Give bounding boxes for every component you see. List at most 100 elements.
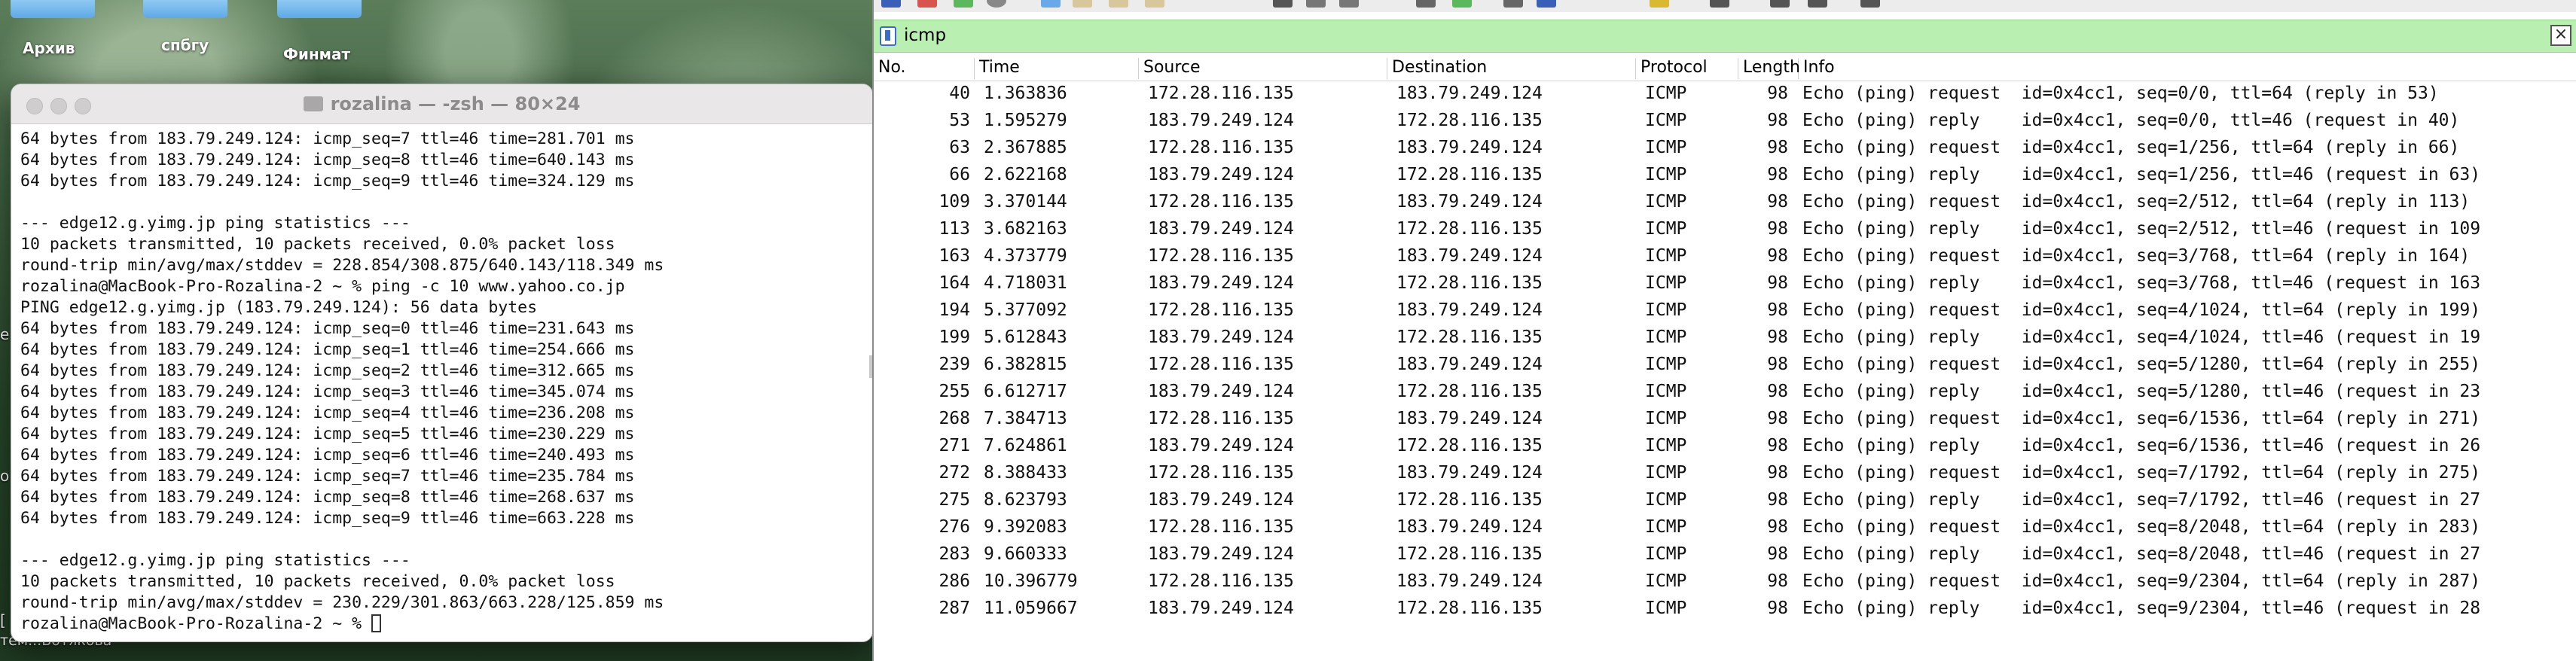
open-file-icon[interactable] (1041, 0, 1061, 8)
column-header-time[interactable]: Time (975, 58, 1139, 79)
terminal-line: --- edge12.g.yimg.jp ping statistics --- (20, 551, 411, 570)
column-header-source[interactable]: Source (1139, 58, 1387, 79)
packet-length: 98 (1767, 138, 1788, 157)
terminal-line: 64 bytes from 183.79.249.124: icmp_seq=8… (20, 488, 635, 507)
last-packet-icon[interactable] (1503, 0, 1523, 8)
bookmark-icon[interactable] (880, 26, 896, 46)
packet-row[interactable]: 63 2.367885 172.28.116.135 183.79.249.124 IC… (874, 135, 2576, 162)
clear-filter-button[interactable]: × (2550, 25, 2571, 46)
packet-row[interactable]: 255 6.612717 183.79.249.124 172.28.116.135 I… (874, 379, 2576, 406)
terminal-line: round-trip min/avg/max/stddev = 230.229/… (20, 593, 664, 612)
terminal-line: 64 bytes from 183.79.249.124: icmp_seq=8… (20, 151, 635, 169)
column-header-info[interactable]: Info (1799, 58, 2576, 79)
folder-icon-finmat[interactable] (277, 0, 362, 18)
save-file-icon[interactable] (1073, 0, 1092, 8)
packet-length: 98 (1767, 84, 1788, 103)
packet-row[interactable]: 271 7.624861 183.79.249.124 172.28.116.135 I… (874, 433, 2576, 460)
restart-capture-icon[interactable] (954, 0, 973, 8)
packet-row[interactable]: 275 8.623793 183.79.249.124 172.28.116.135 I… (874, 487, 2576, 514)
packet-info: Echo (ping) reply id=0x4cc1, seq=2/512, … (1802, 219, 2481, 239)
terminal-line: 64 bytes from 183.79.249.124: icmp_seq=9… (20, 172, 635, 190)
folder-icon (303, 96, 323, 111)
close-file-icon[interactable] (1109, 0, 1128, 8)
packet-length: 98 (1767, 246, 1788, 266)
zoom-in-icon[interactable] (1710, 0, 1729, 8)
packet-row[interactable]: 163 4.373779 172.28.116.135 183.79.249.124 I… (874, 243, 2576, 270)
terminal-line: PING edge12.g.yimg.jp (183.79.249.124): … (20, 298, 538, 317)
reload-file-icon[interactable] (1145, 0, 1164, 8)
terminal-title-text: rozalina — -zsh — 80×24 (330, 93, 581, 114)
packet-row[interactable]: 199 5.612843 183.79.249.124 172.28.116.135 I… (874, 324, 2576, 352)
column-header-destination[interactable]: Destination (1387, 58, 1636, 79)
folder-label-spbgu[interactable]: спбгу (161, 36, 209, 54)
packet-length: 98 (1767, 544, 1788, 564)
packet-info: Echo (ping) request id=0x4cc1, seq=9/230… (1802, 571, 2481, 591)
terminal-window[interactable]: rozalina — -zsh — 80×24 64 bytes from 18… (11, 84, 873, 642)
desktop-edge-label: [ (0, 611, 6, 629)
packet-row[interactable]: 194 5.377092 172.28.116.135 183.79.249.124 I… (874, 297, 2576, 324)
packet-length: 98 (1767, 490, 1788, 510)
terminal-line: 64 bytes from 183.79.249.124: icmp_seq=0… (20, 319, 635, 338)
folder-label-arkhiv[interactable]: Архив (23, 39, 75, 57)
go-to-packet-icon[interactable] (1416, 0, 1436, 8)
display-filter-input[interactable] (904, 23, 2523, 47)
packet-row[interactable]: 272 8.388433 172.28.116.135 183.79.249.124 I… (874, 460, 2576, 487)
terminal-output[interactable]: 64 bytes from 183.79.249.124: icmp_seq=7… (11, 124, 872, 635)
terminal-line: 64 bytes from 183.79.249.124: icmp_seq=2… (20, 361, 635, 380)
packet-info: Echo (ping) reply id=0x4cc1, seq=6/1536,… (1802, 436, 2481, 455)
packet-length: 98 (1767, 436, 1788, 455)
go-back-icon[interactable] (1306, 0, 1326, 8)
terminal-line: 64 bytes from 183.79.249.124: icmp_seq=7… (20, 467, 635, 486)
column-header-protocol[interactable]: Protocol (1636, 58, 1738, 79)
packet-info: Echo (ping) reply id=0x4cc1, seq=1/256, … (1802, 165, 2481, 184)
column-header-length[interactable]: Length (1738, 58, 1800, 79)
packet-row[interactable]: 239 6.382815 172.28.116.135 183.79.249.124 I… (874, 352, 2576, 379)
terminal-prompt: rozalina@MacBook-Pro-Rozalina-2 ~ % (20, 614, 371, 633)
terminal-line: 64 bytes from 183.79.249.124: icmp_seq=7… (20, 129, 635, 148)
terminal-prompt-line[interactable]: rozalina@MacBook-Pro-Rozalina-2 ~ % (20, 614, 872, 635)
folder-icon-arkhiv[interactable] (11, 0, 95, 18)
packet-row[interactable]: 164 4.718031 183.79.249.124 172.28.116.135 I… (874, 270, 2576, 297)
packet-row[interactable]: 53 1.595279 183.79.249.124 172.28.116.135 IC… (874, 108, 2576, 135)
packet-row[interactable]: 268 7.384713 172.28.116.135 183.79.249.124 I… (874, 406, 2576, 433)
folder-label-finmat[interactable]: Финмат (283, 45, 350, 63)
colorize-icon[interactable] (1650, 0, 1669, 8)
packet-info: Echo (ping) reply id=0x4cc1, seq=5/1280,… (1802, 382, 2481, 401)
packet-row[interactable]: 109 3.370144 172.28.116.135 183.79.249.124 I… (874, 189, 2576, 216)
packet-row[interactable]: 287 11.059667 183.79.249.124 172.28.116.135… (874, 596, 2576, 623)
packet-length: 98 (1767, 327, 1788, 347)
packet-row[interactable]: 113 3.682163 183.79.249.124 172.28.116.135 I… (874, 216, 2576, 243)
go-forward-icon[interactable] (1339, 0, 1359, 8)
display-filter-bar: × (874, 20, 2576, 53)
normal-size-icon[interactable] (1808, 0, 1827, 8)
terminal-line: 64 bytes from 183.79.249.124: icmp_seq=3… (20, 382, 635, 401)
auto-scroll-icon[interactable] (1537, 0, 1556, 8)
packet-length: 98 (1767, 382, 1788, 401)
stop-capture-icon[interactable] (917, 0, 937, 8)
packet-info: Echo (ping) reply id=0x4cc1, seq=3/768, … (1802, 273, 2481, 293)
packet-info: Echo (ping) reply id=0x4cc1, seq=0/0, tt… (1802, 111, 2460, 130)
first-packet-icon[interactable] (1452, 0, 1472, 8)
packet-length: 98 (1767, 111, 1788, 130)
terminal-titlebar[interactable]: rozalina — -zsh — 80×24 (11, 84, 872, 124)
packet-info: Echo (ping) reply id=0x4cc1, seq=7/1792,… (1802, 490, 2481, 510)
capture-options-icon[interactable] (987, 0, 1006, 8)
find-packet-icon[interactable] (1273, 0, 1293, 8)
desktop-edge-label: е (0, 325, 10, 343)
shark-fin-start-icon[interactable] (881, 0, 901, 8)
packet-list-header: No. Time Source Destination Protocol Len… (874, 56, 2576, 81)
packet-row[interactable]: 286 10.396779 172.28.116.135 183.79.249.124… (874, 568, 2576, 596)
folder-icon-spbgu[interactable] (143, 0, 227, 18)
packet-row[interactable]: 40 1.363836 172.28.116.135 183.79.249.124 IC… (874, 81, 2576, 108)
packet-row[interactable]: 276 9.392083 172.28.116.135 183.79.249.124 I… (874, 514, 2576, 541)
column-header-no[interactable]: No. (874, 58, 975, 79)
main-toolbar (874, 0, 2576, 12)
packet-length: 98 (1767, 300, 1788, 320)
packet-row[interactable]: 66 2.622168 183.79.249.124 172.28.116.135 IC… (874, 162, 2576, 189)
packet-row[interactable]: 283 9.660333 183.79.249.124 172.28.116.135 I… (874, 541, 2576, 568)
packet-info: Echo (ping) request id=0x4cc1, seq=3/768… (1802, 246, 2471, 266)
text-cursor (371, 614, 381, 632)
packet-length: 98 (1767, 192, 1788, 212)
resize-columns-icon[interactable] (1860, 0, 1880, 8)
zoom-out-icon[interactable] (1770, 0, 1790, 8)
